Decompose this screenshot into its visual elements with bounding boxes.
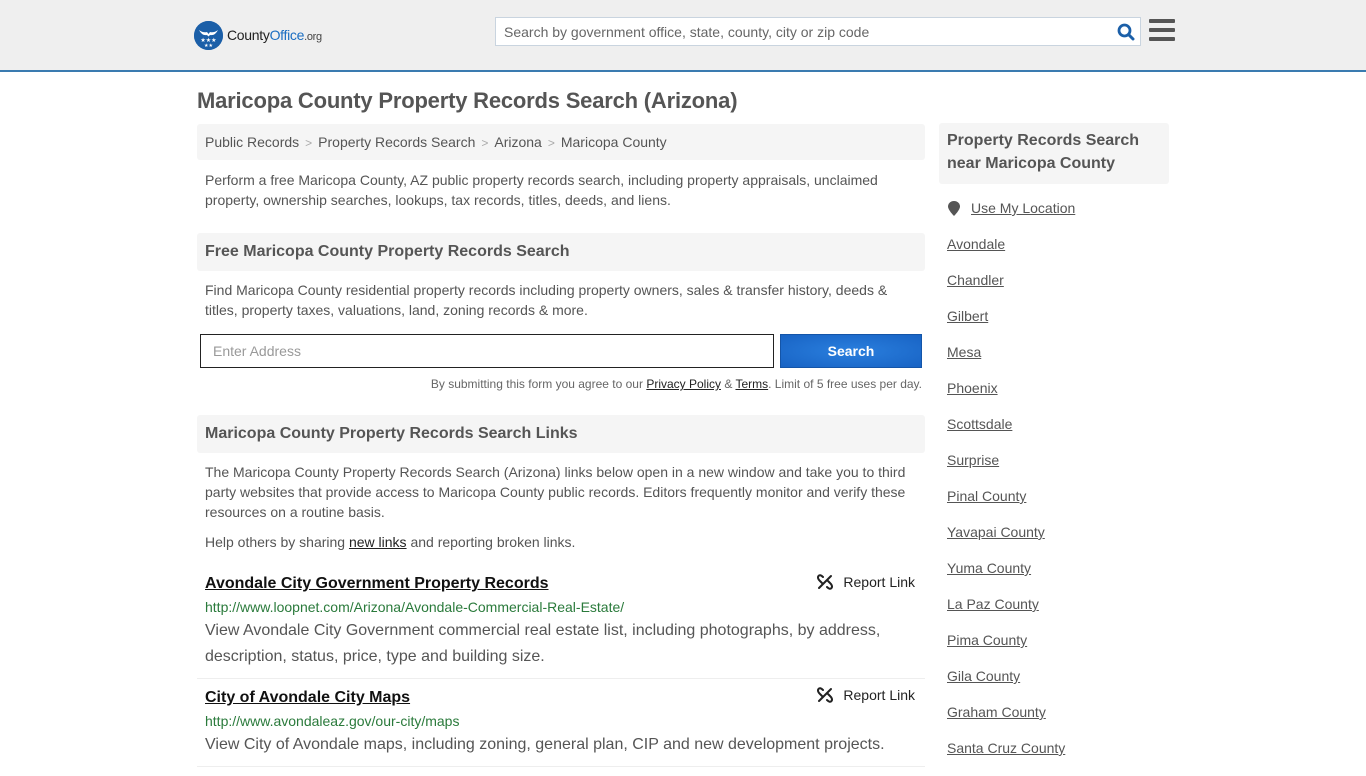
search-icon[interactable]: [1112, 18, 1140, 45]
breadcrumb-separator: >: [305, 136, 313, 150]
place-link-la-paz-county[interactable]: La Paz County: [947, 596, 1039, 612]
resource-link-url: http://www.avondaleaz.gov/our-city/maps: [205, 713, 460, 729]
place-link-phoenix[interactable]: Phoenix: [947, 380, 998, 396]
place-link-pinal-county[interactable]: Pinal County: [947, 488, 1026, 504]
links-description: The Maricopa County Property Records Sea…: [205, 464, 906, 520]
main-content: Public Records > Property Records Search > A…: [197, 124, 925, 767]
eagle-logo-icon: ★★★ ★★: [194, 20, 223, 50]
sidebar-place-item: Yavapai County: [947, 524, 1169, 560]
report-link-button[interactable]: Report Link: [817, 687, 915, 703]
breadcrumb-maricopa-county[interactable]: Maricopa County: [561, 134, 667, 150]
place-link-mesa[interactable]: Mesa: [947, 344, 981, 360]
resource-link-title[interactable]: City of Avondale City Maps: [205, 687, 410, 709]
logo-wordmark: CountyOffice.org: [227, 27, 322, 43]
report-link-label: Report Link: [843, 687, 915, 703]
place-link-yuma-county[interactable]: Yuma County: [947, 560, 1031, 576]
disclaimer-suffix: . Limit of 5 free uses per day.: [768, 377, 922, 391]
help-prefix: Help others by sharing: [205, 534, 349, 550]
nearby-places-list: Use My Location Avondale Chandler Gilber…: [939, 200, 1169, 776]
sidebar-place-item: Pinal County: [947, 488, 1169, 524]
breadcrumb-separator: >: [481, 136, 489, 150]
breadcrumb: Public Records > Property Records Search > A…: [197, 124, 925, 160]
free-search-heading: Free Maricopa County Property Records Se…: [197, 233, 925, 271]
place-link-scottsdale[interactable]: Scottsdale: [947, 416, 1012, 432]
site-logo[interactable]: ★★★ ★★ CountyOffice.org: [194, 20, 322, 50]
report-link-label: Report Link: [843, 574, 915, 590]
sidebar-place-item: Chandler: [947, 272, 1169, 308]
sidebar-place-item: Scottsdale: [947, 416, 1169, 452]
disclaimer-prefix: By submitting this form you agree to our: [430, 377, 647, 391]
breadcrumb-arizona[interactable]: Arizona: [494, 134, 541, 150]
resource-link-item: Avondale City Government Property Record…: [197, 573, 925, 679]
sidebar-place-item: Gilbert: [947, 308, 1169, 344]
resource-link-description: View Avondale City Government commercial…: [205, 622, 881, 665]
place-link-graham-county[interactable]: Graham County: [947, 704, 1046, 720]
broken-link-icon: [817, 687, 834, 703]
free-search-description: Find Maricopa County residential propert…: [205, 282, 888, 318]
place-link-pima-county[interactable]: Pima County: [947, 632, 1027, 648]
place-link-surprise[interactable]: Surprise: [947, 452, 999, 468]
sidebar-place-item: Graham County: [947, 704, 1169, 740]
sidebar-place-item: Yuma County: [947, 560, 1169, 596]
address-input[interactable]: [200, 334, 774, 368]
site-search-input[interactable]: [496, 18, 1112, 45]
place-link-gila-county[interactable]: Gila County: [947, 668, 1020, 684]
logo-org-text: .org: [304, 31, 322, 43]
place-link-gilbert[interactable]: Gilbert: [947, 308, 988, 324]
logo-county-text: County: [227, 27, 270, 43]
resource-link-url: http://www.loopnet.com/Arizona/Avondale-…: [205, 599, 625, 615]
intro-text: Perform a free Maricopa County, AZ publi…: [205, 172, 878, 208]
use-location-item: Use My Location: [947, 200, 1169, 236]
hamburger-menu-icon[interactable]: [1149, 19, 1175, 43]
sidebar-heading: Property Records Search near Maricopa Co…: [939, 123, 1169, 184]
broken-link-icon: [817, 574, 834, 590]
breadcrumb-public-records[interactable]: Public Records: [205, 134, 299, 150]
logo-office-text: Office: [269, 27, 305, 43]
sidebar-place-item: Phoenix: [947, 380, 1169, 416]
disclaimer-amp: &: [721, 377, 736, 391]
resource-link-title[interactable]: Avondale City Government Property Record…: [205, 573, 549, 595]
report-link-button[interactable]: Report Link: [817, 574, 915, 590]
place-link-yavapai-county[interactable]: Yavapai County: [947, 524, 1045, 540]
svg-text:★★: ★★: [204, 43, 213, 49]
sidebar-place-item: Santa Cruz County: [947, 740, 1169, 776]
map-pin-icon: [948, 201, 960, 216]
place-link-avondale[interactable]: Avondale: [947, 236, 1005, 252]
use-my-location-link[interactable]: Use My Location: [971, 200, 1075, 216]
help-suffix: and reporting broken links.: [406, 534, 576, 550]
form-disclaimer: By submitting this form you agree to our…: [197, 377, 925, 391]
terms-link[interactable]: Terms: [735, 377, 768, 391]
privacy-policy-link[interactable]: Privacy Policy: [646, 377, 721, 391]
sidebar-place-item: Surprise: [947, 452, 1169, 488]
place-link-santa-cruz-county[interactable]: Santa Cruz County: [947, 740, 1065, 756]
new-links-link[interactable]: new links: [349, 534, 407, 550]
sidebar-place-item: Mesa: [947, 344, 1169, 380]
resource-link-description: View City of Avondale maps, including zo…: [205, 736, 885, 753]
site-header: ★★★ ★★ CountyOffice.org: [0, 0, 1366, 72]
help-text: Help others by sharing new links and rep…: [197, 532, 925, 552]
page-title: Maricopa County Property Records Search …: [197, 88, 738, 113]
links-heading: Maricopa County Property Records Search …: [197, 415, 925, 453]
place-link-chandler[interactable]: Chandler: [947, 272, 1004, 288]
breadcrumb-property-records-search[interactable]: Property Records Search: [318, 134, 475, 150]
address-search-form: Search: [197, 334, 925, 368]
sidebar-place-item: Avondale: [947, 236, 1169, 272]
sidebar-place-item: La Paz County: [947, 596, 1169, 632]
sidebar: Property Records Search near Maricopa Co…: [939, 123, 1169, 776]
site-search-bar: [495, 17, 1141, 46]
search-button[interactable]: Search: [780, 334, 922, 368]
breadcrumb-separator: >: [547, 136, 555, 150]
sidebar-place-item: Pima County: [947, 632, 1169, 668]
resource-link-item: City of Avondale City Maps Report Link h…: [197, 679, 925, 767]
sidebar-place-item: Gila County: [947, 668, 1169, 704]
